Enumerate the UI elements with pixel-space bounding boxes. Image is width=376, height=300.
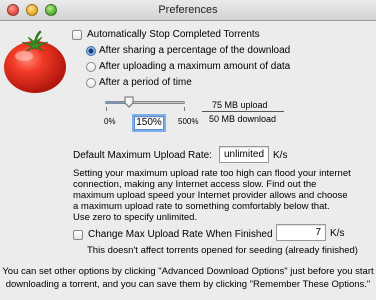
window-title: Preferences: [158, 4, 218, 16]
download-amount-label: 50 MB download: [209, 114, 277, 124]
auto-stop-label: Automatically Stop Completed Torrents: [87, 29, 260, 40]
slider-tick-max: [184, 107, 185, 111]
share-ratio-slider[interactable]: [105, 101, 185, 104]
finished-upload-rate-unit: K/s: [330, 228, 345, 239]
radio-after-time-label: After a period of time: [99, 77, 192, 88]
radio-after-time[interactable]: [86, 78, 96, 88]
radio-after-percentage[interactable]: [86, 46, 96, 56]
auto-stop-checkbox[interactable]: [72, 30, 82, 40]
default-upload-rate-label: Default Maximum Upload Rate:: [73, 150, 212, 161]
upload-amount-label: 75 MB upload: [212, 100, 268, 110]
upload-rate-warning-text: Setting your maximum upload rate too hig…: [73, 168, 351, 223]
radio-after-percentage-label: After sharing a percentage of the downlo…: [99, 45, 291, 56]
finished-rate-note: This doesn't affect torrents opened for …: [87, 245, 358, 256]
default-upload-rate-unit: K/s: [273, 150, 288, 161]
change-rate-finished-label: Change Max Upload Rate When Finished: [88, 229, 273, 240]
footer-text-line-1: You can set other options by clicking "A…: [2, 266, 374, 277]
tomato-app-icon: [4, 30, 66, 93]
share-ratio-input[interactable]: 150%: [132, 114, 166, 132]
radio-after-upload-amount[interactable]: [86, 62, 96, 72]
slider-min-label: 0%: [104, 117, 116, 126]
slider-tick-min: [106, 107, 107, 111]
slider-max-label: 500%: [178, 117, 199, 126]
title-bar[interactable]: Preferences: [0, 0, 376, 21]
share-ratio-slider-thumb[interactable]: [124, 96, 134, 108]
default-upload-rate-input[interactable]: unlimited: [219, 146, 269, 163]
footer-text-line-2: downloading a torrent, and you can save …: [5, 279, 371, 290]
finished-upload-rate-input[interactable]: 7: [276, 224, 326, 241]
radio-after-upload-amount-label: After uploading a maximum amount of data: [99, 61, 291, 72]
ratio-divider: [202, 111, 284, 112]
change-rate-finished-checkbox[interactable]: [73, 230, 83, 240]
